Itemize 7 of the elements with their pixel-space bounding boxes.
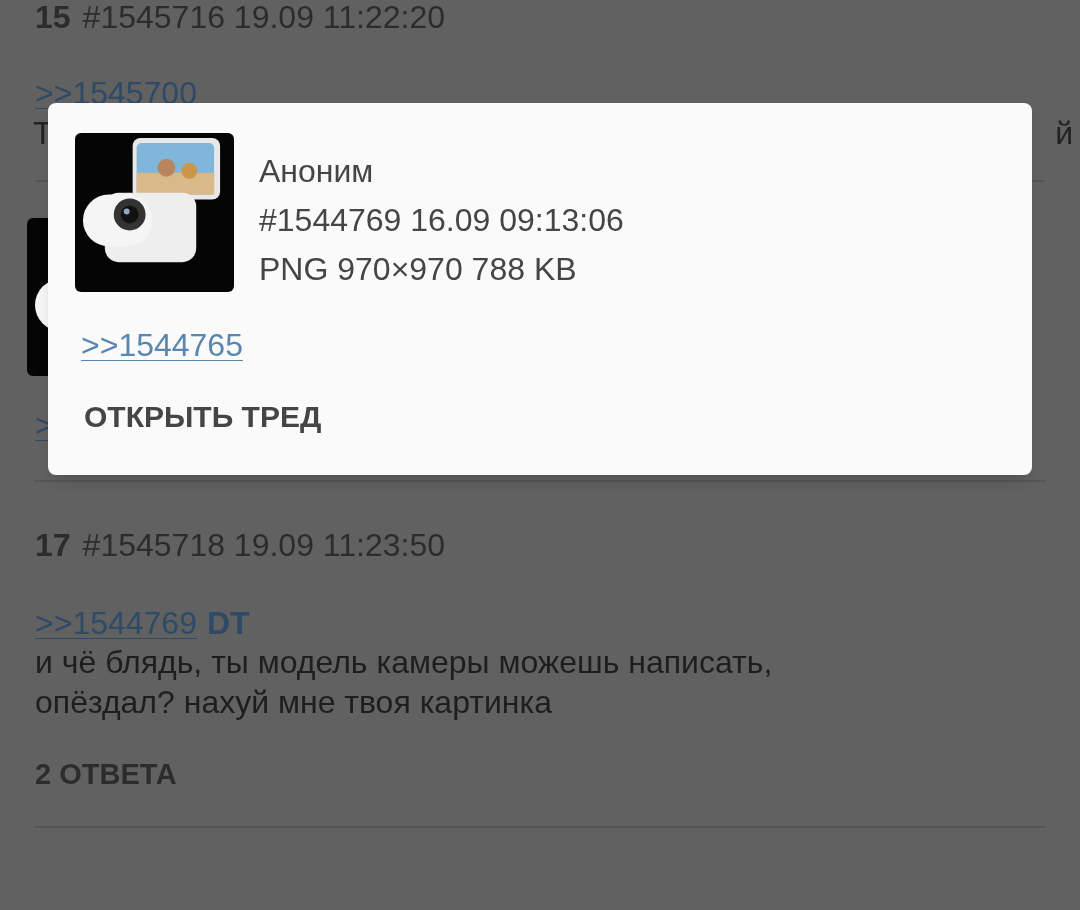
post-meta: #1544769 16.09 09:13:06 [259, 201, 624, 240]
post-text: й [1055, 114, 1073, 153]
file-info: PNG 970×970 788 KB [259, 250, 578, 289]
author-name: Аноним [259, 152, 375, 191]
open-thread-button[interactable]: ОТКРЫТЬ ТРЕД [84, 398, 322, 436]
post-text: и чё блядь, ты модель камеры можешь написать, опёздал? нахуй мне твоя картинка [35, 643, 774, 722]
reply-link[interactable]: >>1544765 [81, 327, 243, 363]
